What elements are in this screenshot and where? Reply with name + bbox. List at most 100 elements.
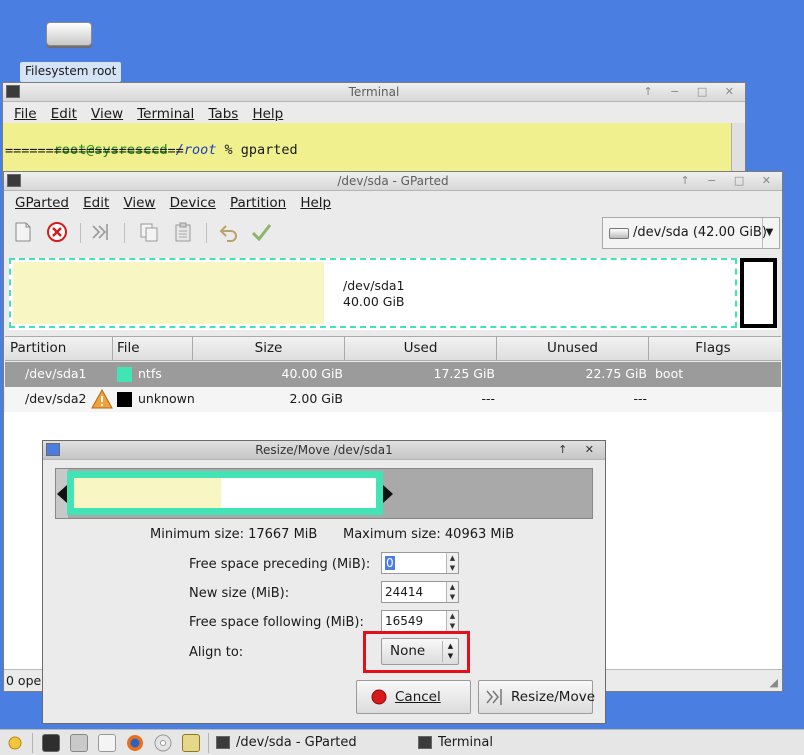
gparted-title: /dev/sda - GParted: [337, 174, 449, 188]
dialog-titlebar[interactable]: Resize/Move /dev/sda1 ↑ ✕: [43, 441, 605, 460]
spinner-arrows-icon[interactable]: ▲ ▼: [446, 553, 458, 573]
diskmap-partition-size: 40.00 GiB: [343, 294, 405, 309]
delete-icon[interactable]: [46, 221, 68, 243]
task-gparted[interactable]: /dev/sda - GParted: [214, 733, 404, 753]
align-label: Align to:: [189, 645, 244, 660]
partition-list-header: Partition File System Size Used Unused F…: [5, 336, 781, 379]
drive-icon[interactable]: [46, 22, 92, 46]
editor-launcher-icon[interactable]: [98, 734, 116, 752]
disc-icon[interactable]: [154, 734, 172, 752]
resize-move-icon[interactable]: [90, 221, 112, 243]
partition-graphic-sda2[interactable]: [740, 258, 777, 328]
preceding-value: 0: [385, 556, 395, 570]
device-selector[interactable]: /dev/sda (42.00 GiB) ▼: [602, 217, 780, 249]
apply-icon[interactable]: [250, 221, 272, 243]
resize-handle-left-icon[interactable]: [57, 485, 67, 503]
align-dropdown[interactable]: None ▲ ▼: [381, 638, 459, 665]
menu-edit[interactable]: Edit: [46, 103, 82, 125]
resizer-partition-box[interactable]: [67, 471, 383, 515]
undo-icon[interactable]: [218, 221, 240, 243]
newsize-value: 24414: [385, 585, 424, 599]
column-flags[interactable]: Flags: [649, 337, 777, 361]
resize-move-label: Resize/Move: [511, 689, 596, 705]
terminal-line: ======================: [5, 143, 184, 159]
spinner-arrows-icon[interactable]: ▲ ▼: [446, 611, 458, 631]
gparted-toolbar: /dev/sda (42.00 GiB) ▼: [4, 213, 782, 253]
preceding-label: Free space preceding (MiB):: [189, 557, 371, 572]
resizer-used-space: [74, 478, 221, 508]
row-filesystem: unknown: [138, 391, 195, 406]
task-terminal[interactable]: Terminal: [416, 733, 536, 753]
dialog-title: Resize/Move /dev/sda1: [255, 443, 393, 457]
column-used[interactable]: Used: [345, 337, 497, 361]
column-filesystem[interactable]: File System: [113, 337, 193, 379]
chevron-updown-icon: ▲ ▼: [442, 641, 458, 662]
resize-handle-right-icon[interactable]: [383, 485, 393, 503]
browser-launcher-icon[interactable]: [182, 734, 200, 752]
newsize-label: New size (MiB):: [189, 586, 290, 601]
menu-tabs[interactable]: Tabs: [203, 103, 243, 125]
resize-grip[interactable]: ◢: [770, 676, 778, 689]
following-spinner[interactable]: 16549 ▲ ▼: [381, 610, 459, 632]
paste-icon[interactable]: [172, 221, 194, 243]
resize-move-dialog: Resize/Move /dev/sda1 ↑ ✕ Minimum size: …: [42, 440, 606, 724]
taskbar-separator: [32, 733, 33, 753]
row-filesystem: ntfs: [138, 366, 162, 381]
terminal-titlebar[interactable]: Terminal ↑ − □ ✕: [3, 83, 745, 102]
task-gparted-label: /dev/sda - GParted: [236, 735, 357, 750]
menu-help[interactable]: Help: [247, 103, 288, 125]
row-unused: 22.75 GiB: [585, 366, 648, 381]
menu-view[interactable]: View: [118, 192, 160, 214]
warning-icon: [91, 389, 113, 409]
new-icon[interactable]: [12, 221, 34, 243]
align-value: None: [390, 643, 426, 659]
table-row[interactable]: /dev/sda1 ntfs 40.00 GiB 17.25 GiB 22.75…: [5, 362, 781, 387]
spinner-arrows-icon[interactable]: ▲ ▼: [446, 582, 458, 602]
newsize-spinner[interactable]: 24414 ▲ ▼: [381, 581, 459, 603]
menu-file[interactable]: File: [9, 103, 42, 125]
window-controls[interactable]: ↑ ✕: [558, 441, 601, 459]
window-controls[interactable]: ↑ − □ ✕: [643, 83, 741, 101]
menu-view[interactable]: View: [86, 103, 128, 125]
gparted-titlebar[interactable]: /dev/sda - GParted ↑ − □ ✕: [4, 172, 782, 191]
cancel-label: Cancel: [395, 689, 441, 705]
menu-terminal[interactable]: Terminal: [132, 103, 199, 125]
disk-graphic[interactable]: /dev/sda1 40.00 GiB: [9, 258, 777, 330]
preceding-spinner[interactable]: 0 ▲ ▼: [381, 552, 459, 574]
menu-gparted[interactable]: GParted: [10, 192, 74, 214]
firefox-icon[interactable]: [126, 734, 144, 752]
window-controls[interactable]: ↑ − □ ✕: [680, 172, 778, 190]
menu-partition[interactable]: Partition: [225, 192, 291, 214]
following-label: Free space following (MiB):: [189, 615, 364, 630]
table-row[interactable]: /dev/sda2 unknown 2.00 GiB --- ---: [5, 387, 781, 412]
task-terminal-label: Terminal: [438, 735, 493, 750]
menu-help[interactable]: Help: [295, 192, 336, 214]
partition-graphic-sda1[interactable]: /dev/sda1 40.00 GiB: [9, 258, 737, 328]
cancel-icon: [371, 689, 387, 705]
row-size: 2.00 GiB: [289, 391, 343, 406]
menu-sun-icon[interactable]: [6, 734, 24, 752]
copy-icon[interactable]: [138, 221, 160, 243]
column-partition[interactable]: Partition: [5, 337, 113, 361]
resize-move-button[interactable]: Resize/Move: [478, 680, 596, 714]
gparted-task-icon: [216, 736, 230, 749]
used-space-bar: [13, 262, 325, 324]
partition-resizer[interactable]: [55, 468, 593, 519]
toolbar-separator: [124, 223, 125, 243]
gparted-window-icon: [7, 174, 21, 187]
chevron-down-icon: ▼: [762, 218, 776, 248]
taskbar: /dev/sda - GParted Terminal: [0, 729, 804, 755]
row-partition: /dev/sda2: [25, 391, 87, 406]
row-used: 17.25 GiB: [433, 366, 496, 381]
column-size[interactable]: Size: [193, 337, 345, 361]
menu-edit[interactable]: Edit: [78, 192, 114, 214]
menu-device[interactable]: Device: [165, 192, 221, 214]
row-size: 40.00 GiB: [281, 366, 344, 381]
min-size-label: Minimum size: 17667 MiB: [150, 527, 318, 542]
desktop-icon-label[interactable]: Filesystem root: [20, 62, 122, 82]
terminal-launcher-icon[interactable]: [42, 734, 60, 752]
prompt-symbol: %: [224, 142, 233, 158]
cancel-button[interactable]: Cancel: [356, 680, 471, 714]
network-launcher-icon[interactable]: [70, 734, 88, 752]
column-unused[interactable]: Unused: [497, 337, 649, 361]
